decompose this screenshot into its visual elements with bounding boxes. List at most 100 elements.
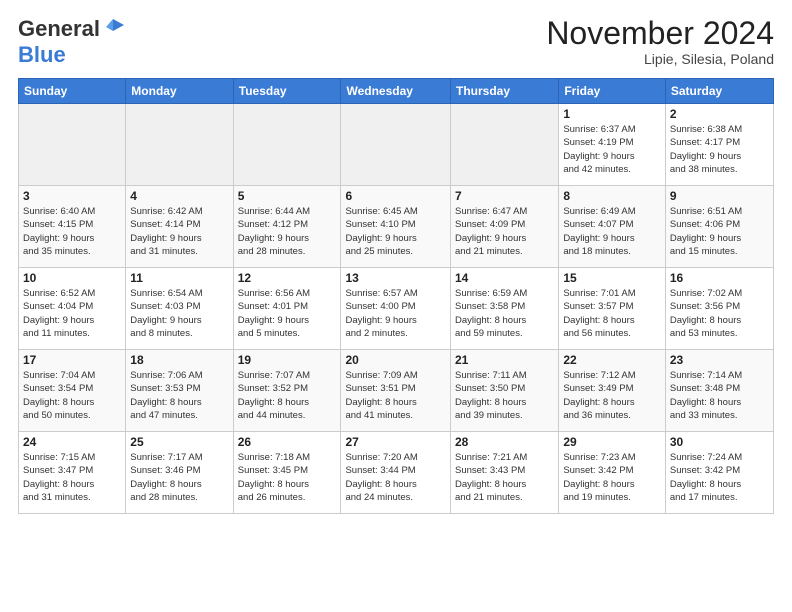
day-info: Sunrise: 7:17 AM Sunset: 3:46 PM Dayligh… [130,451,228,504]
calendar-cell: 25 Sunrise: 7:17 AM Sunset: 3:46 PM Dayli… [126,432,233,514]
day-number: 21 [455,353,554,367]
day-number: 6 [345,189,446,203]
calendar-cell: 1 Sunrise: 6:37 AM Sunset: 4:19 PM Daylig… [559,104,666,186]
day-number: 17 [23,353,121,367]
day-number: 27 [345,435,446,449]
day-number: 3 [23,189,121,203]
month-title: November 2024 [546,16,774,51]
week-row-1: 1 Sunrise: 6:37 AM Sunset: 4:19 PM Daylig… [19,104,774,186]
calendar-cell: 14 Sunrise: 6:59 AM Sunset: 3:58 PM Dayli… [451,268,559,350]
day-info: Sunrise: 7:11 AM Sunset: 3:50 PM Dayligh… [455,369,554,422]
calendar-table: Sunday Monday Tuesday Wednesday Thursday… [18,78,774,514]
calendar-cell: 8Sunrise: 6:49 AM Sunset: 4:07 PM Daylig… [559,186,666,268]
day-number: 23 [670,353,769,367]
day-number: 18 [130,353,228,367]
day-info: Sunrise: 7:14 AM Sunset: 3:48 PM Dayligh… [670,369,769,422]
calendar-cell: 5 Sunrise: 6:44 AM Sunset: 4:12 PM Daylig… [233,186,341,268]
calendar-cell: 26 Sunrise: 7:18 AM Sunset: 3:45 PM Dayli… [233,432,341,514]
calendar-cell: 15Sunrise: 7:01 AM Sunset: 3:57 PM Dayli… [559,268,666,350]
calendar-cell: 17 Sunrise: 7:04 AM Sunset: 3:54 PM Dayli… [19,350,126,432]
header-wednesday: Wednesday [341,79,451,104]
day-info: Sunrise: 6:44 AM Sunset: 4:12 PM Dayligh… [238,205,337,258]
header: General Blue November 2024 Lipie, Silesi… [18,16,774,68]
logo: General Blue [18,16,124,68]
logo-general-text: General [18,16,100,42]
day-info: Sunrise: 7:04 AM Sunset: 3:54 PM Dayligh… [23,369,121,422]
calendar-cell: 21 Sunrise: 7:11 AM Sunset: 3:50 PM Dayli… [451,350,559,432]
calendar-cell [19,104,126,186]
calendar-cell: 20 Sunrise: 7:09 AM Sunset: 3:51 PM Dayli… [341,350,451,432]
day-info: Sunrise: 6:40 AM Sunset: 4:15 PM Dayligh… [23,205,121,258]
day-info: Sunrise: 7:15 AM Sunset: 3:47 PM Dayligh… [23,451,121,504]
day-info: Sunrise: 7:23 AM Sunset: 3:42 PM Dayligh… [563,451,661,504]
day-info: Sunrise: 7:01 AM Sunset: 3:57 PM Dayligh… [563,287,661,340]
calendar-cell: 22Sunrise: 7:12 AM Sunset: 3:49 PM Dayli… [559,350,666,432]
day-number: 11 [130,271,228,285]
day-info: Sunrise: 6:56 AM Sunset: 4:01 PM Dayligh… [238,287,337,340]
calendar-cell [341,104,451,186]
day-number: 29 [563,435,661,449]
day-number: 1 [563,107,661,121]
header-thursday: Thursday [451,79,559,104]
day-info: Sunrise: 6:37 AM Sunset: 4:19 PM Dayligh… [563,123,661,176]
day-info: Sunrise: 6:47 AM Sunset: 4:09 PM Dayligh… [455,205,554,258]
calendar-cell: 7Sunrise: 6:47 AM Sunset: 4:09 PM Daylig… [451,186,559,268]
calendar-cell: 10 Sunrise: 6:52 AM Sunset: 4:04 PM Dayli… [19,268,126,350]
calendar-cell: 30Sunrise: 7:24 AM Sunset: 3:42 PM Dayli… [665,432,773,514]
day-info: Sunrise: 7:09 AM Sunset: 3:51 PM Dayligh… [345,369,446,422]
calendar-cell [126,104,233,186]
week-row-2: 3 Sunrise: 6:40 AM Sunset: 4:15 PM Daylig… [19,186,774,268]
calendar-cell: 27 Sunrise: 7:20 AM Sunset: 3:44 PM Dayli… [341,432,451,514]
page: General Blue November 2024 Lipie, Silesi… [0,0,792,524]
calendar-cell: 13 Sunrise: 6:57 AM Sunset: 4:00 PM Dayli… [341,268,451,350]
day-info: Sunrise: 6:42 AM Sunset: 4:14 PM Dayligh… [130,205,228,258]
header-friday: Friday [559,79,666,104]
day-number: 13 [345,271,446,285]
day-number: 10 [23,271,121,285]
day-info: Sunrise: 6:59 AM Sunset: 3:58 PM Dayligh… [455,287,554,340]
calendar-cell: 29 Sunrise: 7:23 AM Sunset: 3:42 PM Dayli… [559,432,666,514]
week-row-4: 17 Sunrise: 7:04 AM Sunset: 3:54 PM Dayli… [19,350,774,432]
day-info: Sunrise: 6:38 AM Sunset: 4:17 PM Dayligh… [670,123,769,176]
calendar-cell: 18 Sunrise: 7:06 AM Sunset: 3:53 PM Dayli… [126,350,233,432]
day-info: Sunrise: 6:57 AM Sunset: 4:00 PM Dayligh… [345,287,446,340]
week-row-5: 24 Sunrise: 7:15 AM Sunset: 3:47 PM Dayli… [19,432,774,514]
title-area: November 2024 Lipie, Silesia, Poland [546,16,774,67]
day-number: 24 [23,435,121,449]
calendar-cell: 3 Sunrise: 6:40 AM Sunset: 4:15 PM Daylig… [19,186,126,268]
calendar-cell: 19 Sunrise: 7:07 AM Sunset: 3:52 PM Dayli… [233,350,341,432]
day-info: Sunrise: 7:18 AM Sunset: 3:45 PM Dayligh… [238,451,337,504]
calendar-cell: 6 Sunrise: 6:45 AM Sunset: 4:10 PM Daylig… [341,186,451,268]
day-info: Sunrise: 7:20 AM Sunset: 3:44 PM Dayligh… [345,451,446,504]
day-number: 26 [238,435,337,449]
weekday-header-row: Sunday Monday Tuesday Wednesday Thursday… [19,79,774,104]
day-info: Sunrise: 7:02 AM Sunset: 3:56 PM Dayligh… [670,287,769,340]
calendar-cell [233,104,341,186]
day-number: 19 [238,353,337,367]
day-number: 20 [345,353,446,367]
header-monday: Monday [126,79,233,104]
day-info: Sunrise: 7:07 AM Sunset: 3:52 PM Dayligh… [238,369,337,422]
day-number: 28 [455,435,554,449]
day-number: 5 [238,189,337,203]
location-subtitle: Lipie, Silesia, Poland [546,51,774,67]
day-number: 25 [130,435,228,449]
logo-blue-text: Blue [18,42,66,67]
day-info: Sunrise: 6:52 AM Sunset: 4:04 PM Dayligh… [23,287,121,340]
calendar-cell: 4 Sunrise: 6:42 AM Sunset: 4:14 PM Daylig… [126,186,233,268]
day-number: 4 [130,189,228,203]
day-info: Sunrise: 7:21 AM Sunset: 3:43 PM Dayligh… [455,451,554,504]
day-number: 9 [670,189,769,203]
day-number: 14 [455,271,554,285]
calendar-cell: 12Sunrise: 6:56 AM Sunset: 4:01 PM Dayli… [233,268,341,350]
calendar-cell: 23 Sunrise: 7:14 AM Sunset: 3:48 PM Dayli… [665,350,773,432]
day-info: Sunrise: 7:06 AM Sunset: 3:53 PM Dayligh… [130,369,228,422]
calendar-cell: 2Sunrise: 6:38 AM Sunset: 4:17 PM Daylig… [665,104,773,186]
header-tuesday: Tuesday [233,79,341,104]
day-info: Sunrise: 6:45 AM Sunset: 4:10 PM Dayligh… [345,205,446,258]
logo-flag-icon [102,17,124,39]
day-info: Sunrise: 6:51 AM Sunset: 4:06 PM Dayligh… [670,205,769,258]
day-info: Sunrise: 6:54 AM Sunset: 4:03 PM Dayligh… [130,287,228,340]
day-info: Sunrise: 6:49 AM Sunset: 4:07 PM Dayligh… [563,205,661,258]
calendar-cell: 24 Sunrise: 7:15 AM Sunset: 3:47 PM Dayli… [19,432,126,514]
